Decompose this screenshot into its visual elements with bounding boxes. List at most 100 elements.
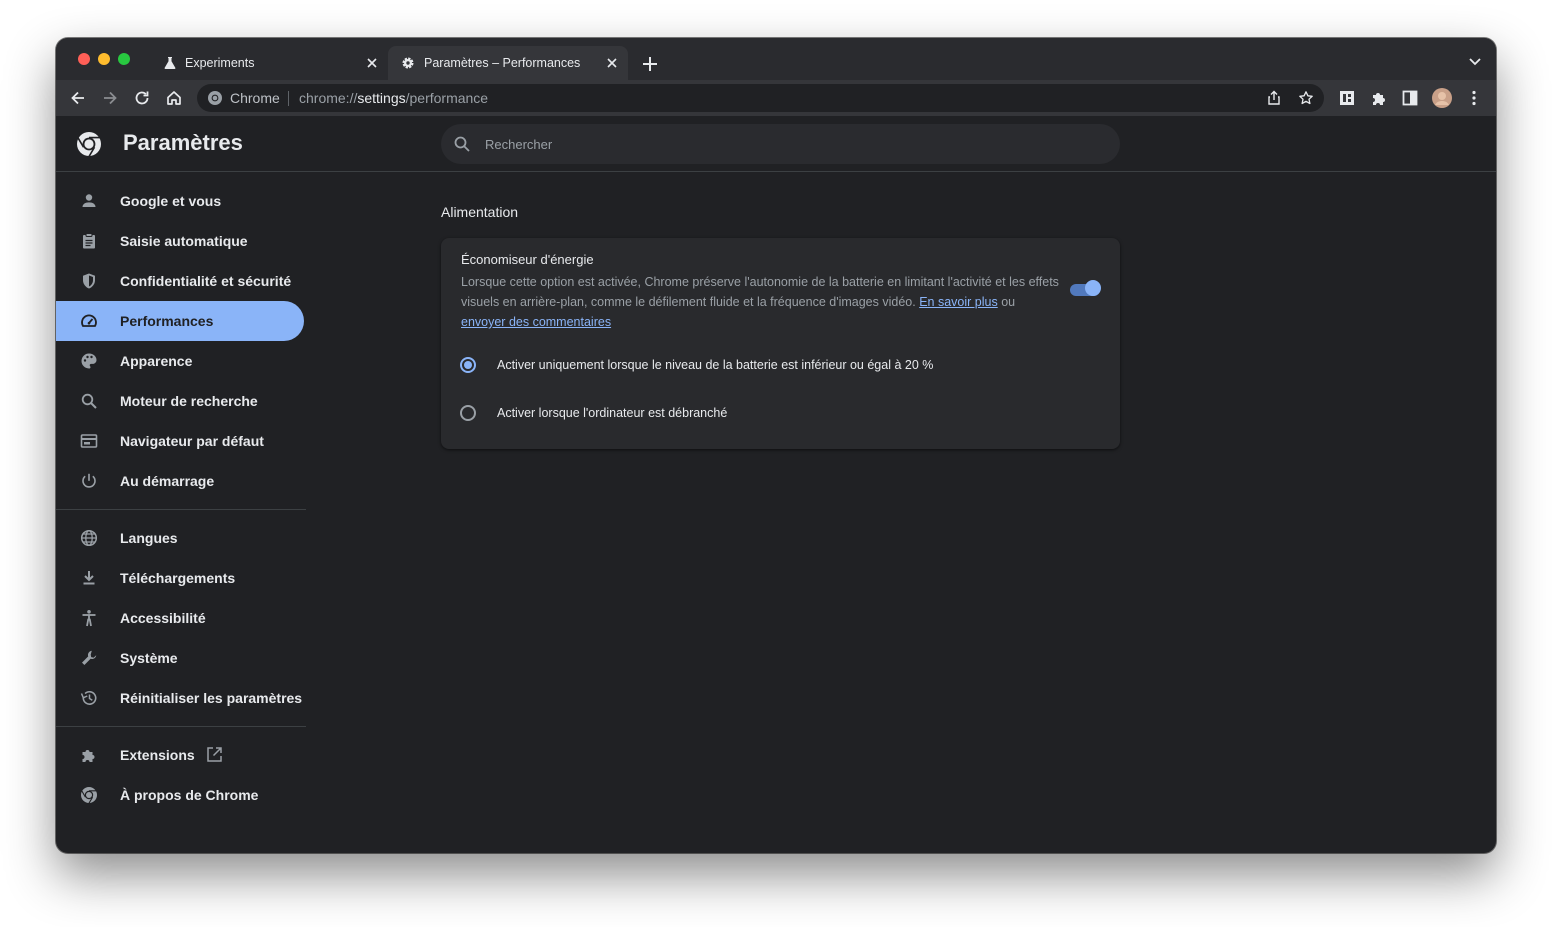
reading-mode-icon[interactable]	[1337, 88, 1357, 108]
sidebar-item-label: Apparence	[120, 353, 193, 369]
url-host: settings	[357, 90, 406, 106]
puzzle-icon[interactable]	[1369, 88, 1389, 108]
puzzle-icon	[82, 750, 95, 762]
sidebar-divider	[56, 726, 306, 727]
option-label: Activer lorsque l'ordinateur est débranc…	[497, 406, 728, 420]
sidebar-item-label: Confidentialité et sécurité	[120, 273, 292, 289]
sidebar-item-autofill[interactable]: Saisie automatique	[56, 221, 304, 261]
energy-saver-card: Économiseur d'énergie Lorsque cette opti…	[441, 238, 1120, 449]
learn-more-link[interactable]: En savoir plus	[919, 295, 998, 309]
share-icon[interactable]	[1266, 90, 1282, 106]
site-chip[interactable]: Chrome	[230, 90, 280, 106]
sidebar-item-downloads[interactable]: Téléchargements	[56, 558, 304, 598]
section-title: Alimentation	[441, 204, 519, 220]
sidebar-item-label: Système	[120, 650, 178, 666]
sidebar-item-extensions[interactable]: Extensions	[56, 735, 304, 775]
sidebar-item-label: Moteur de recherche	[120, 393, 258, 409]
close-icon[interactable]	[364, 55, 380, 71]
chevron-down-icon[interactable]	[1468, 54, 1482, 68]
sidebar-item-label: Google et vous	[120, 193, 222, 209]
reload-icon[interactable]	[132, 88, 152, 108]
chrome-icon	[77, 132, 101, 157]
or-text: ou	[1001, 295, 1016, 309]
tab-experiments[interactable]: Experiments	[152, 46, 388, 80]
chrome-icon	[208, 91, 222, 105]
address-bar[interactable]: Chrome chrome://settings/performance	[197, 84, 1324, 112]
page-title: Paramètres	[123, 130, 243, 155]
sidebar-item-on-startup[interactable]: Au démarrage	[56, 461, 304, 501]
omnibox-separator	[288, 91, 289, 106]
sidebar-divider	[56, 509, 306, 510]
unplugged-option[interactable]: Activer lorsque l'ordinateur est débranc…	[441, 393, 1120, 433]
chrome-icon	[81, 787, 97, 804]
sidebar-item-search-engine[interactable]: Moteur de recherche	[56, 381, 304, 421]
energy-saver-toggle[interactable]	[1070, 280, 1102, 298]
url-scheme: chrome://	[299, 90, 358, 106]
settings-search[interactable]	[441, 124, 1120, 164]
back-arrow-icon[interactable]	[68, 88, 88, 108]
home-icon[interactable]	[164, 88, 184, 108]
tab-settings-performance[interactable]: Paramètres – Performances	[388, 46, 628, 80]
tab-title: Paramètres – Performances	[424, 56, 581, 70]
window-minimize-button[interactable]	[98, 53, 110, 65]
history-icon	[80, 691, 97, 705]
sidebar-item-google[interactable]: Google et vous	[56, 181, 304, 221]
feedback-link[interactable]: envoyer des commentaires	[461, 315, 611, 329]
sidebar-item-label: Au démarrage	[120, 473, 215, 489]
sidebar-item-label: Extensions	[120, 747, 195, 763]
sidebar-item-label: Performances	[120, 313, 214, 329]
sidebar-item-default-browser[interactable]: Navigateur par défaut	[56, 421, 304, 461]
forward-arrow-icon[interactable]	[100, 88, 120, 108]
speedometer-icon	[81, 314, 97, 327]
star-icon[interactable]	[1298, 90, 1314, 106]
sidebar-item-appearance[interactable]: Apparence	[56, 341, 304, 381]
battery-threshold-option[interactable]: Activer uniquement lorsque le niveau de …	[441, 345, 1120, 385]
download-icon	[83, 571, 95, 585]
toggle-knob	[1085, 280, 1101, 296]
sidebar-item-languages[interactable]: Langues	[56, 518, 304, 558]
sidebar-item-reset[interactable]: Réinitialiser les paramètres	[56, 678, 304, 718]
side-panel-icon[interactable]	[1400, 88, 1420, 108]
wrench-icon	[82, 650, 97, 665]
radio-button[interactable]	[460, 405, 476, 421]
search-icon	[81, 393, 97, 409]
avatar[interactable]	[1432, 88, 1452, 108]
tab-title: Experiments	[185, 56, 255, 70]
browser-window: Experiments Paramètres – Performances Ch…	[56, 38, 1496, 853]
power-icon	[82, 473, 96, 488]
close-icon[interactable]	[604, 55, 620, 71]
search-icon	[454, 136, 470, 152]
search-input[interactable]	[485, 124, 1085, 164]
sidebar-item-performance[interactable]: Performances	[56, 301, 304, 341]
sidebar-item-label: À propos de Chrome	[120, 787, 259, 803]
energy-saver-description: Lorsque cette option est activée, Chrome…	[461, 272, 1061, 332]
sidebar-item-label: Navigateur par défaut	[120, 433, 264, 449]
sidebar-item-label: Téléchargements	[120, 570, 236, 586]
more-menu-icon[interactable]	[1464, 88, 1484, 108]
tab-strip: Experiments Paramètres – Performances	[56, 38, 1496, 80]
window-close-button[interactable]	[78, 53, 90, 65]
flask-icon	[164, 57, 176, 69]
settings-header: Paramètres	[56, 116, 1496, 172]
sidebar-item-about[interactable]: À propos de Chrome	[56, 775, 304, 815]
new-tab-button[interactable]	[640, 54, 660, 74]
open-in-new-icon	[207, 747, 222, 762]
url-text[interactable]: chrome://settings/performance	[299, 90, 488, 106]
sidebar-item-label: Réinitialiser les paramètres	[120, 690, 303, 706]
browser-icon	[80, 434, 98, 448]
sidebar-item-label: Accessibilité	[120, 610, 206, 626]
sidebar-item-accessibility[interactable]: Accessibilité	[56, 598, 304, 638]
option-label: Activer uniquement lorsque le niveau de …	[497, 358, 934, 372]
url-path: /performance	[405, 90, 489, 106]
toolbar: Chrome chrome://settings/performance	[56, 80, 1496, 116]
sidebar-item-system[interactable]: Système	[56, 638, 304, 678]
radio-button-checked[interactable]	[460, 357, 476, 373]
energy-saver-title: Économiseur d'énergie	[461, 252, 594, 267]
sidebar-item-privacy[interactable]: Confidentialité et sécurité	[56, 261, 304, 301]
sidebar-item-label: Langues	[120, 530, 178, 546]
gear-icon	[402, 57, 414, 69]
globe-icon	[80, 529, 98, 547]
window-zoom-button[interactable]	[118, 53, 130, 65]
person-icon	[82, 194, 96, 207]
clipboard-icon	[83, 233, 95, 249]
